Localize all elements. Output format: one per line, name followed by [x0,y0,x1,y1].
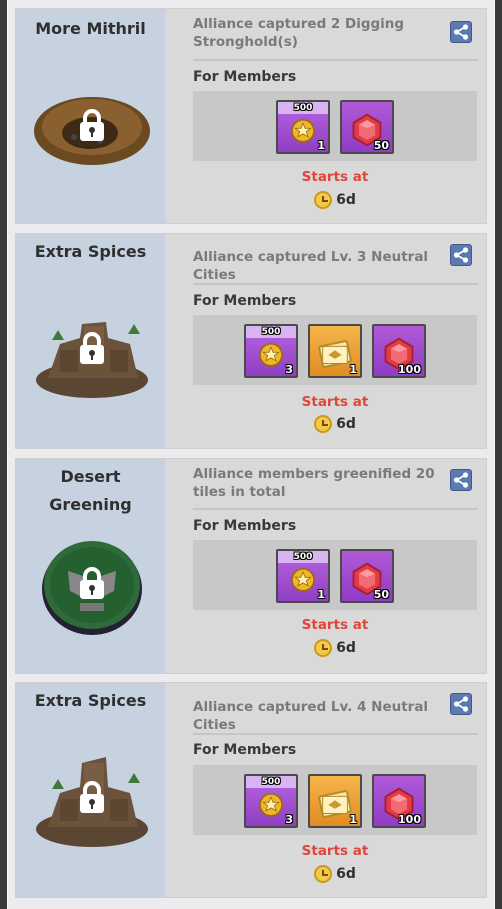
achievement-card: Desert Greening Alliance members greenifi… [15,458,487,674]
reward-item[interactable]: 50 [340,549,394,603]
achievement-description: Alliance members greenified 20 tiles in … [193,466,435,500]
achievement-title-line: Desert [60,467,121,486]
achievement-description: Alliance captured Lv. 4 Neutral Cities [193,699,429,733]
achievement-title-line: More Mithril [35,19,146,38]
greening-badge-icon [30,529,154,639]
reward-quantity: 1 [349,813,357,826]
countdown-timer: 6d [193,191,477,209]
for-members-label: For Members [193,518,297,534]
achievement-title: More Mithril [16,15,165,43]
clock-icon [314,865,333,883]
reward-item[interactable]: 1 [308,774,362,828]
timer-value: 6d [336,640,356,656]
desert-tower-icon [30,743,154,853]
reward-quantity: 50 [373,588,389,601]
divider [193,733,478,735]
divider [193,508,478,510]
reward-quantity: 50 [373,139,389,152]
for-members-label: For Members [193,742,297,758]
reward-quantity: 1 [317,588,325,601]
share-button[interactable] [450,244,472,266]
timer-value: 6d [336,866,356,882]
card-illustration-panel: Desert Greening [16,459,165,673]
share-icon [453,24,469,40]
share-button[interactable] [450,21,472,43]
card-illustration-panel: Extra Spices [16,683,165,897]
divider [193,283,478,285]
lock-icon [77,332,107,366]
achievement-card: More Mithril Alliance captured 2 Digging… [15,8,487,224]
reward-item[interactable]: 50 [340,100,394,154]
reward-quantity: 3 [285,813,293,826]
card-illustration-panel: Extra Spices [16,234,165,448]
starts-at-label: Starts at [301,617,369,633]
starts-at-label: Starts at [301,169,369,185]
mithril-mine-icon [30,71,154,181]
lock-icon [77,567,107,601]
achievement-card: Extra Spices Alliance captured Lv. 4 Neu… [15,682,487,898]
share-icon [453,472,469,488]
share-icon [453,247,469,263]
reward-item[interactable]: 500 3 [244,324,298,378]
reward-item[interactable]: 100 [372,774,426,828]
reward-quantity: 100 [398,363,421,376]
share-button[interactable] [450,693,472,715]
achievement-description: Alliance captured 2 Digging Stronghold(s… [193,16,405,50]
reward-item[interactable]: 500 3 [244,774,298,828]
timer-value: 6d [336,416,356,432]
share-button[interactable] [450,469,472,491]
reward-item[interactable]: 500 1 [276,100,330,154]
achievement-title-line: Extra Spices [34,242,147,261]
desert-city-icon [30,294,154,404]
reward-item[interactable]: 100 [372,324,426,378]
reward-quantity: 3 [285,363,293,376]
divider [193,59,478,61]
countdown-timer: 6d [193,865,477,883]
starts-at-label: Starts at [301,843,369,859]
clock-icon [314,639,333,657]
countdown-timer: 6d [193,415,477,433]
reward-list: 500 1 50 [193,91,477,161]
achievement-title: Extra Spices [16,687,165,715]
reward-quantity: 1 [317,139,325,152]
achievement-title: Desert Greening [16,463,165,519]
lock-icon [77,781,107,815]
timer-value: 6d [336,192,356,208]
reward-list: 500 3 1 100 [193,765,477,835]
share-icon [453,696,469,712]
clock-icon [314,415,333,433]
achievement-card: Extra Spices Alliance captured Lv. 3 Neu… [15,233,487,449]
clock-icon [314,191,333,209]
starts-at-label: Starts at [301,394,369,410]
card-illustration-panel: More Mithril [16,9,165,223]
achievement-description: Alliance captured Lv. 3 Neutral Cities [193,249,429,283]
for-members-label: For Members [193,69,297,85]
reward-quantity: 100 [398,813,421,826]
reward-item[interactable]: 500 1 [276,549,330,603]
reward-quantity: 1 [349,363,357,376]
achievement-title: Extra Spices [16,238,165,266]
countdown-timer: 6d [193,639,477,657]
reward-item[interactable]: 1 [308,324,362,378]
reward-list: 500 3 1 100 [193,315,477,385]
lock-icon [77,109,107,143]
reward-list: 500 1 50 [193,540,477,610]
for-members-label: For Members [193,293,297,309]
achievement-title-line: Greening [49,495,132,514]
achievement-title-line: Extra Spices [34,691,147,710]
